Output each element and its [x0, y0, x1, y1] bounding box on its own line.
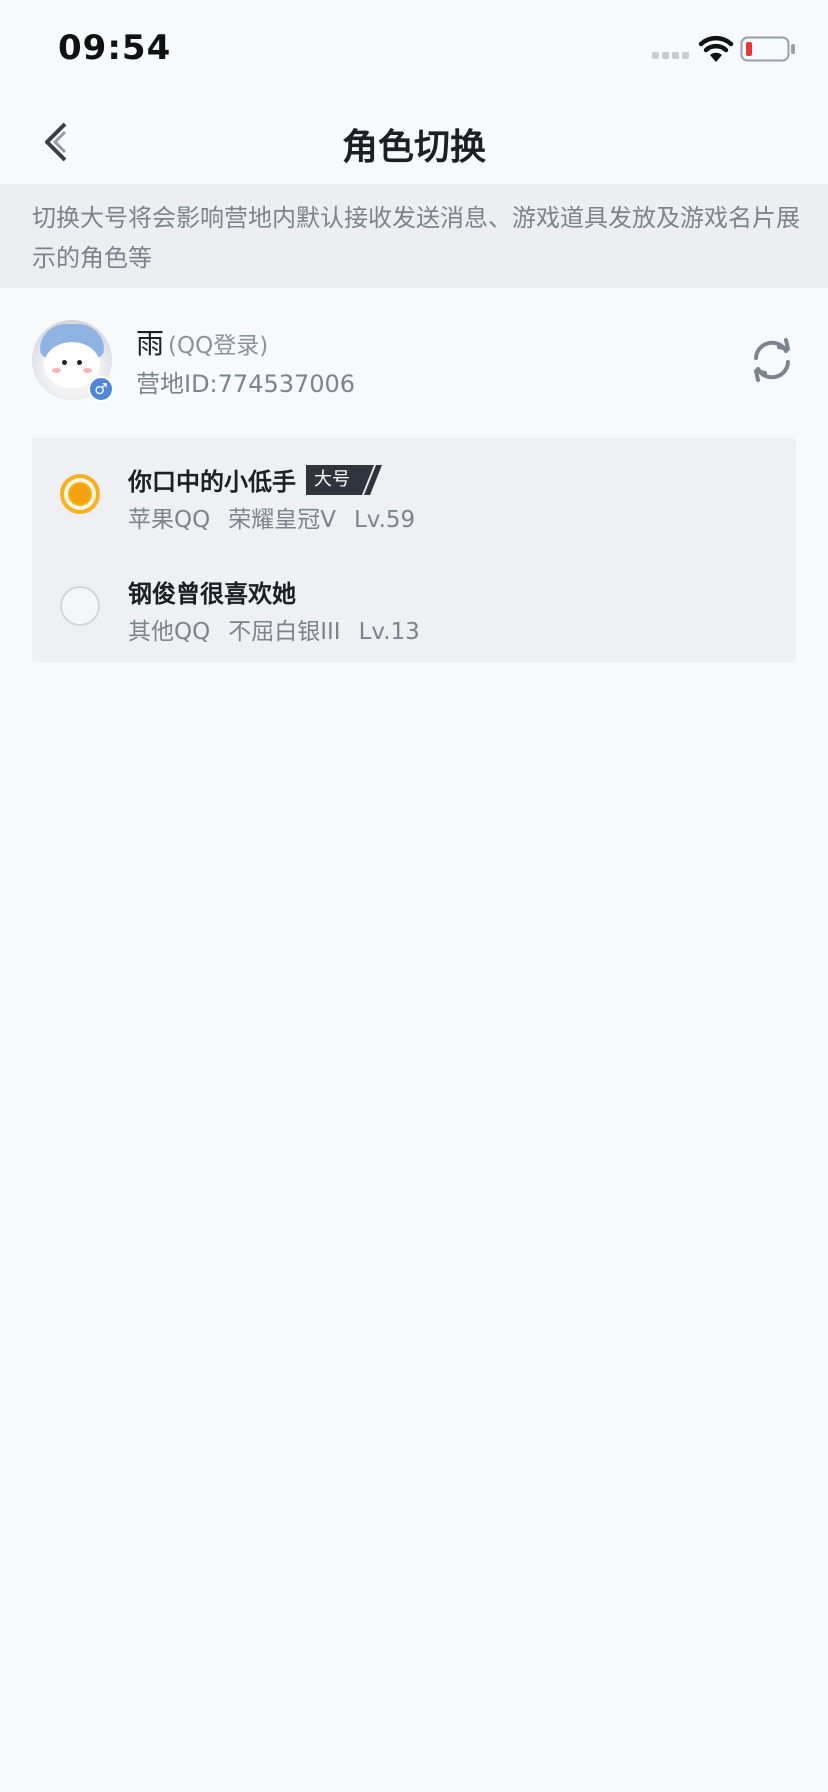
main-account-badge-label: 大号	[306, 464, 360, 495]
refresh-icon	[754, 338, 790, 382]
avatar-eye-right	[77, 360, 82, 365]
role-list: 你口中的小低手 大号 苹果QQ 荣耀皇冠V Lv.59 钢俊曾很喜欢她 其他QQ 不屈…	[32, 438, 796, 662]
wifi-icon	[698, 35, 734, 62]
avatar-blush-right	[83, 368, 92, 373]
account-name: 雨	[136, 327, 165, 360]
page-title: 角色切换	[341, 127, 486, 168]
role-meta: 苹果QQ 荣耀皇冠V Lv.59	[128, 500, 433, 534]
role-name-line: 钢俊曾很喜欢她	[128, 574, 296, 609]
account-name-line: 雨 (QQ登录)	[136, 322, 268, 362]
role-platform: 苹果QQ	[128, 507, 211, 533]
account-row: ♂ 雨 (QQ登录) 营地ID:774537006	[0, 312, 828, 412]
status-time: 09:54	[58, 28, 172, 68]
avatar-blush-left	[52, 368, 61, 373]
role-rank: 荣耀皇冠V	[228, 507, 336, 533]
account-id: 营地ID:774537006	[136, 370, 356, 398]
account-login-type: (QQ登录)	[168, 333, 269, 359]
male-icon: ♂	[88, 376, 114, 402]
role-level: Lv.13	[358, 619, 420, 645]
role-name: 钢俊曾很喜欢她	[128, 580, 296, 608]
avatar-eye-left	[62, 360, 67, 365]
role-platform: 其他QQ	[128, 619, 211, 645]
role-item[interactable]: 你口中的小低手 大号 苹果QQ 荣耀皇冠V Lv.59	[32, 438, 796, 550]
role-meta: 其他QQ 不屈白银III Lv.13	[128, 612, 438, 646]
nav-bar: 角色切换	[0, 100, 828, 184]
role-rank: 不屈白银III	[228, 619, 341, 645]
role-switch-page: 09:54 角色切换 切换大号将会影响营地内默认接收发送消息、游戏道具发放及游戏…	[0, 0, 828, 1792]
role-level: Lv.59	[353, 507, 416, 533]
role-name: 你口中的小低手	[128, 468, 296, 496]
role-radio-unselected[interactable]	[60, 586, 100, 626]
role-name-line: 你口中的小低手 大号	[128, 462, 386, 497]
main-account-badge: 大号	[306, 464, 386, 495]
switch-notice: 切换大号将会影响营地内默认接收发送消息、游戏道具发放及游戏名片展示的角色等	[0, 184, 828, 288]
role-radio-selected[interactable]	[60, 474, 100, 514]
badge-stripe-icon	[360, 464, 382, 495]
battery-icon	[740, 36, 795, 62]
status-bar: 09:54	[0, 0, 828, 100]
role-item[interactable]: 钢俊曾很喜欢她 其他QQ 不屈白银III Lv.13	[32, 550, 796, 662]
refresh-button[interactable]	[748, 336, 796, 384]
signal-icon	[652, 52, 690, 62]
